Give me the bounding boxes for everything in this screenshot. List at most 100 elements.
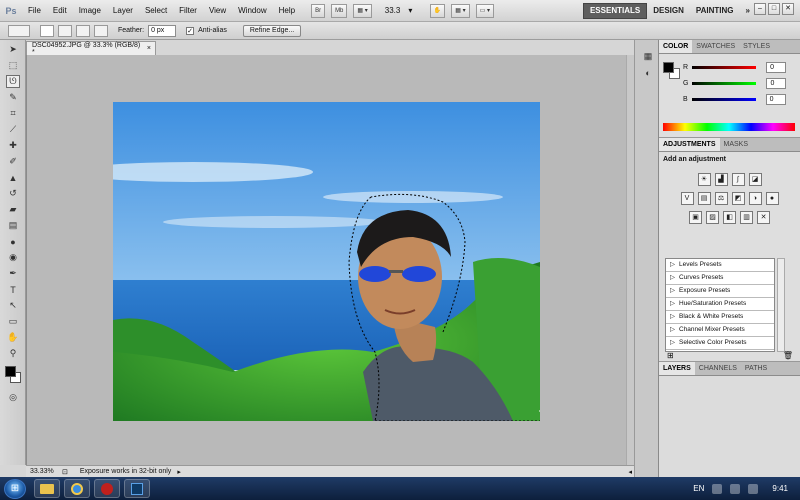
green-value[interactable]: 0	[766, 78, 787, 89]
shape-tool-icon[interactable]: ▭	[6, 315, 20, 328]
foreground-color-swatch[interactable]	[5, 366, 16, 377]
tab-paths[interactable]: PATHS	[741, 362, 771, 375]
blue-slider[interactable]	[691, 98, 756, 101]
menu-window[interactable]: Window	[232, 6, 272, 15]
gradient-map-icon[interactable]: ▥	[740, 211, 753, 224]
preset-item[interactable]: ▷ Channel Mixer Presets	[666, 324, 774, 337]
add-selection-icon[interactable]	[58, 24, 72, 37]
zoom-level-dropdown[interactable]: 33.3 ▾	[379, 4, 423, 18]
red-value[interactable]: 0	[766, 62, 787, 73]
menu-select[interactable]: Select	[139, 6, 173, 15]
feather-input[interactable]: 0 px	[148, 24, 177, 37]
gradient-tool-icon[interactable]: ▤	[6, 219, 20, 232]
clone-stamp-tool-icon[interactable]: ▲	[6, 171, 20, 184]
close-tab-icon[interactable]: ×	[147, 45, 151, 52]
blue-value[interactable]: 0	[765, 94, 786, 105]
clip-to-layer-icon[interactable]: ⊞	[667, 351, 674, 360]
color-spectrum[interactable]	[663, 123, 795, 131]
subtract-selection-icon[interactable]	[76, 24, 90, 37]
menu-file[interactable]: File	[22, 6, 47, 15]
document-canvas-area[interactable]	[26, 55, 634, 465]
document-tab[interactable]: DSC04952.JPG @ 33.3% (RGB/8) * ×	[26, 41, 156, 56]
volume-icon[interactable]	[748, 483, 759, 494]
brush-tool-icon[interactable]: ✐	[6, 155, 20, 168]
panel-foreground-swatch[interactable]	[663, 62, 674, 73]
status-arrow-icon[interactable]: ▸	[177, 468, 181, 476]
hand-tool-button[interactable]: ✋	[429, 3, 446, 18]
red-slider[interactable]	[692, 66, 757, 69]
photo-canvas[interactable]	[113, 102, 540, 421]
photo-filter-icon[interactable]: ◑	[748, 192, 762, 205]
media-player-taskbar-icon[interactable]	[94, 479, 120, 498]
tab-adjustments[interactable]: ADJUSTMENTS	[659, 138, 720, 151]
blur-tool-icon[interactable]: ●	[6, 235, 20, 248]
preset-item[interactable]: ▷ Black & White Presets	[666, 311, 774, 324]
screen-mode-dropdown[interactable]: ▭ ▾	[475, 3, 494, 18]
workspace-essentials[interactable]: ESSENTIALS	[582, 2, 648, 19]
preset-item[interactable]: ▷ Curves Presets	[666, 272, 774, 285]
lasso-tool-icon[interactable]: ᘎ	[6, 75, 20, 88]
properties-panel-icon[interactable]: ◐	[641, 66, 655, 79]
eyedropper-tool-icon[interactable]: ⟋	[6, 123, 20, 136]
marquee-tool-icon[interactable]: ⬚	[6, 59, 20, 72]
lasso-preset-icon[interactable]	[8, 24, 30, 37]
quick-mask-icon[interactable]: ◎	[6, 391, 20, 404]
menu-view[interactable]: View	[203, 6, 232, 15]
preset-item[interactable]: ▷ Exposure Presets	[666, 285, 774, 298]
dodge-tool-icon[interactable]: ◉	[6, 251, 20, 264]
menu-image[interactable]: Image	[73, 6, 107, 15]
menu-filter[interactable]: Filter	[173, 6, 203, 15]
crop-tool-icon[interactable]: ⌗	[6, 107, 20, 120]
hand-tool-icon[interactable]: ✋	[6, 331, 20, 344]
delete-icon[interactable]: 🗑	[783, 351, 793, 360]
language-indicator[interactable]: EN	[693, 484, 704, 493]
mini-bridge-button[interactable]: Mb	[331, 3, 348, 18]
selective-color-icon[interactable]: ✕	[757, 211, 770, 224]
close-button[interactable]: ✕	[782, 3, 794, 15]
path-selection-tool-icon[interactable]: ↖	[6, 299, 20, 312]
type-tool-icon[interactable]: T	[6, 283, 20, 296]
menu-edit[interactable]: Edit	[47, 6, 73, 15]
tab-swatches[interactable]: SWATCHES	[692, 40, 739, 53]
threshold-icon[interactable]: ◧	[723, 211, 736, 224]
hue-saturation-icon[interactable]: ▤	[697, 192, 711, 205]
exposure-icon[interactable]: ◪	[748, 173, 762, 186]
start-button[interactable]: ⊞	[4, 478, 26, 499]
clock[interactable]: 9:41	[772, 484, 788, 493]
vibrance-icon[interactable]: V	[680, 192, 694, 205]
presets-scrollbar[interactable]	[777, 258, 785, 352]
color-balance-icon[interactable]: ⚖	[714, 192, 728, 205]
network-icon[interactable]	[730, 483, 741, 494]
tab-layers[interactable]: LAYERS	[659, 362, 695, 375]
history-brush-tool-icon[interactable]: ↺	[6, 187, 20, 200]
tab-color[interactable]: COLOR	[659, 40, 693, 53]
refine-edge-button[interactable]: Refine Edge...	[242, 24, 302, 37]
tab-channels[interactable]: CHANNELS	[695, 362, 741, 375]
move-tool-icon[interactable]: ➤	[6, 43, 20, 56]
minimize-button[interactable]: –	[754, 3, 766, 15]
tab-styles[interactable]: STYLES	[739, 40, 774, 53]
zoom-tool-icon[interactable]: ⚲	[6, 347, 20, 360]
healing-brush-tool-icon[interactable]: ✚	[6, 139, 20, 152]
preset-item[interactable]: ▷ Hue/Saturation Presets	[666, 298, 774, 311]
eraser-tool-icon[interactable]: ▰	[6, 203, 20, 216]
antialias-checkbox[interactable]: ✓	[186, 26, 195, 35]
levels-icon[interactable]: ▟	[714, 173, 728, 186]
tab-masks[interactable]: MASKS	[720, 138, 753, 151]
photoshop-taskbar-icon[interactable]	[124, 479, 150, 498]
workspace-painting[interactable]: PAINTING	[690, 3, 740, 19]
vertical-scrollbar[interactable]	[626, 55, 634, 465]
pen-tool-icon[interactable]: ✒	[6, 267, 20, 280]
scroll-left-icon[interactable]: ◂	[628, 468, 632, 476]
menu-layer[interactable]: Layer	[107, 6, 139, 15]
quick-selection-tool-icon[interactable]: ✎	[6, 91, 20, 104]
new-selection-icon[interactable]	[40, 24, 54, 37]
history-panel-icon[interactable]: ▦	[641, 50, 655, 63]
maximize-button[interactable]: □	[768, 3, 780, 15]
status-menu-icon[interactable]: ⊡	[62, 468, 68, 476]
curves-icon[interactable]: ∫	[731, 173, 745, 186]
posterize-icon[interactable]: ▨	[706, 211, 719, 224]
channel-mixer-icon[interactable]: ●	[765, 192, 779, 205]
brightness-contrast-icon[interactable]: ☀	[697, 173, 711, 186]
view-extras-dropdown[interactable]: ▦ ▾	[353, 3, 372, 18]
